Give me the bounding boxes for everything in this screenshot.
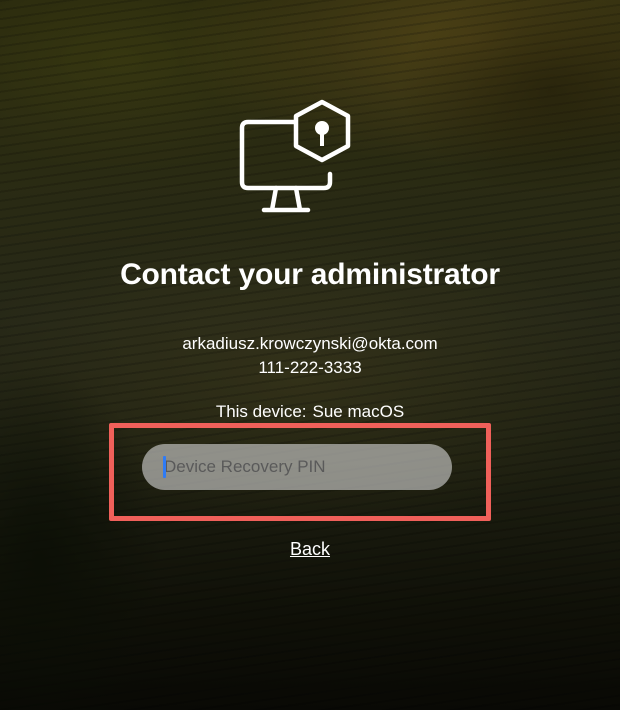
dialog-content: Contact your administrator arkadiusz.kro… xyxy=(0,0,620,710)
page-title: Contact your administrator xyxy=(120,258,500,291)
admin-phone: 111-222-3333 xyxy=(258,358,362,377)
okta-verify-screen: Contact your administrator arkadiusz.kro… xyxy=(0,0,620,710)
text-caret xyxy=(163,456,166,478)
back-link-row: Back xyxy=(0,539,620,560)
device-label: This device: xyxy=(215,402,307,421)
back-link[interactable]: Back xyxy=(290,539,330,559)
device-info: This device: Sue macOS xyxy=(0,402,620,422)
admin-email: arkadiusz.krowczynski@okta.com xyxy=(182,334,438,353)
device-name: Sue macOS xyxy=(312,402,405,421)
device-recovery-pin-input[interactable] xyxy=(142,444,452,490)
device-lock-icon xyxy=(239,99,351,213)
